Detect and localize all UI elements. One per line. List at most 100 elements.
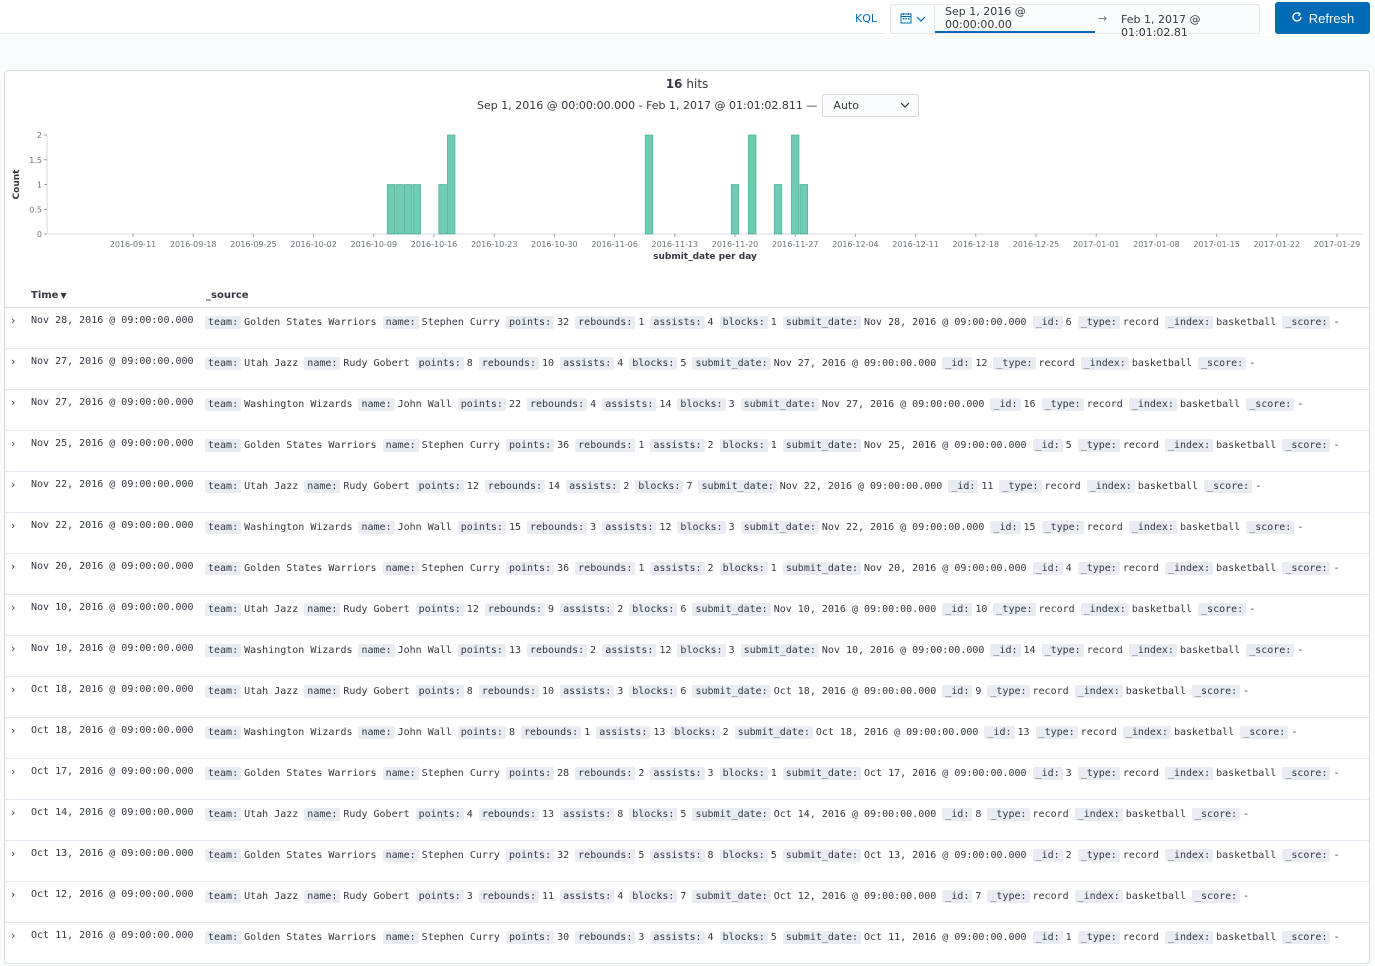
field-value: 30 [557, 932, 570, 943]
field-value: Nov 25, 2016 @ 09:00:00.000 [864, 440, 1027, 451]
field-value: basketball [1125, 809, 1187, 820]
field-key: points: [505, 931, 555, 944]
field-value: - [1333, 768, 1340, 779]
field-value: 4 [466, 809, 473, 820]
table-row: › Nov 27, 2016 @ 09:00:00.000 team: Utah Ja… [5, 349, 1369, 390]
field-value: basketball [1216, 317, 1277, 328]
field-value: 5 [770, 932, 777, 943]
kql-language-toggle[interactable]: KQL [855, 12, 877, 25]
field-key: points: [415, 890, 464, 903]
row-time: Nov 10, 2016 @ 09:00:00.000 [31, 643, 194, 654]
field-key: name: [382, 316, 419, 329]
field-value: record [1044, 481, 1081, 492]
field-key: blocks: [629, 808, 678, 821]
field-key: rebounds: [575, 931, 636, 944]
field-value: 9 [975, 686, 982, 697]
field-value: 2 [1065, 850, 1072, 861]
field-key: blocks: [671, 726, 720, 739]
y-tick-label: 2 [37, 131, 42, 140]
field-value: John Wall [397, 645, 452, 656]
refresh-button[interactable]: Refresh [1275, 2, 1370, 34]
field-value: basketball [1216, 768, 1277, 779]
field-value: 10 [542, 358, 555, 369]
field-key: _id: [984, 726, 1015, 739]
row-source: team: Utah Jazz name: Rudy Gobert points: 8 re… [205, 685, 1255, 698]
field-value: 3 [707, 768, 714, 779]
time-range-row: Sep 1, 2016 @ 00:00:00.000 - Feb 1, 2017… [477, 93, 920, 117]
row-time: Oct 13, 2016 @ 09:00:00.000 [31, 848, 194, 859]
field-key: name: [382, 849, 419, 862]
expand-row-chevron-icon[interactable]: › [11, 929, 15, 942]
field-key: rebounds: [478, 808, 540, 821]
field-value: 2 [722, 727, 729, 738]
field-key: _id: [1032, 931, 1063, 944]
field-key: _score: [1282, 316, 1331, 329]
query-bar: KQL Sep 1, 2016 @ 00:00:00.00 → Feb 1, 2… [0, 0, 1375, 39]
field-value: Nov 27, 2016 @ 09:00:00.000 [821, 399, 985, 410]
field-value: 11 [981, 481, 994, 492]
expand-row-chevron-icon[interactable]: › [11, 437, 15, 450]
x-tick-label: 2017-01-22 [1254, 240, 1301, 249]
start-date-button[interactable]: Sep 1, 2016 @ 00:00:00.00 [935, 5, 1095, 33]
expand-row-chevron-icon[interactable]: › [11, 601, 15, 614]
x-tick-label: 2016-11-20 [712, 240, 759, 249]
field-value: 9 [548, 604, 555, 615]
field-value: 1 [584, 727, 591, 738]
interval-select[interactable]: Auto [822, 93, 920, 117]
field-key: team: [205, 357, 242, 370]
field-value: 1 [1065, 932, 1072, 943]
expand-row-chevron-icon[interactable]: › [11, 888, 15, 901]
field-key: submit_date: [692, 685, 771, 698]
field-value: basketball [1131, 358, 1193, 369]
expand-row-chevron-icon[interactable]: › [11, 683, 15, 696]
field-value: 1 [770, 317, 777, 328]
field-value: basketball [1131, 604, 1193, 615]
column-header-time[interactable]: Time ▼ [31, 290, 67, 301]
field-key: points: [505, 767, 555, 780]
expand-row-chevron-icon[interactable]: › [11, 642, 15, 655]
expand-row-chevron-icon[interactable]: › [11, 478, 15, 491]
field-key: _type: [999, 480, 1042, 493]
field-key: blocks: [629, 603, 678, 616]
field-key: _score: [1192, 685, 1241, 698]
table-row: › Nov 10, 2016 @ 09:00:00.000 team: Utah Ja… [5, 595, 1369, 636]
field-key: _index: [1164, 849, 1214, 862]
field-key: _index: [1122, 726, 1171, 739]
x-tick-label: 2016-11-13 [652, 240, 699, 249]
expand-row-chevron-icon[interactable]: › [11, 765, 15, 778]
field-key: _index: [1074, 890, 1123, 903]
field-key: rebounds: [575, 439, 636, 452]
query-input[interactable] [0, 4, 885, 34]
expand-row-chevron-icon[interactable]: › [11, 806, 15, 819]
expand-row-chevron-icon[interactable]: › [11, 519, 15, 532]
field-value: - [1297, 399, 1304, 410]
expand-row-chevron-icon[interactable]: › [11, 847, 15, 860]
field-key: _index: [1086, 480, 1135, 493]
field-value: 5 [680, 358, 687, 369]
field-value: record [1032, 809, 1069, 820]
field-key: team: [205, 603, 242, 616]
table-row: › Oct 11, 2016 @ 09:00:00.000 team: Golden … [5, 923, 1369, 964]
field-key: assists: [650, 316, 705, 329]
histogram-chart: 0 0.5 1 1.5 2 2016-09-11 2016-09-18 2016-09-25 2… [12, 131, 1363, 262]
field-value: 1 [638, 563, 645, 574]
table-row: › Nov 27, 2016 @ 09:00:00.000 team: Washing… [5, 390, 1369, 431]
histogram-bar [791, 134, 800, 235]
field-value: 3 [466, 891, 473, 902]
row-time: Oct 11, 2016 @ 09:00:00.000 [31, 930, 194, 941]
expand-row-chevron-icon[interactable]: › [11, 724, 15, 737]
expand-row-chevron-icon[interactable]: › [11, 355, 15, 368]
field-key: name: [358, 521, 395, 534]
row-source: team: Golden States Warriors name: Stephen … [205, 767, 1346, 780]
field-key: points: [415, 480, 464, 493]
expand-row-chevron-icon[interactable]: › [11, 560, 15, 573]
table-row: › Oct 17, 2016 @ 09:00:00.000 team: Golden … [5, 759, 1369, 800]
field-key: blocks: [719, 316, 768, 329]
quick-menu-button[interactable] [891, 5, 935, 33]
x-tick-label: 2017-01-01 [1073, 240, 1120, 249]
histogram-bar [730, 184, 740, 235]
end-date-button[interactable]: Feb 1, 2017 @ 01:01:02.81 [1121, 13, 1259, 39]
field-key: assists: [650, 767, 705, 780]
expand-row-chevron-icon[interactable]: › [11, 314, 15, 327]
expand-row-chevron-icon[interactable]: › [11, 396, 15, 409]
